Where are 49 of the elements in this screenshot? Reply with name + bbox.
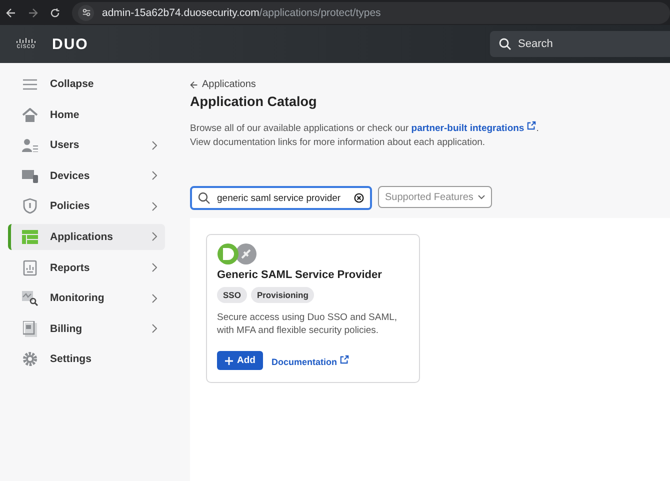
collapse-button[interactable]: Collapse: [8, 71, 165, 97]
intro-text: Browse all of our available applications or check our partner-built integrations . View documentation links for more information about each application.: [190, 121, 540, 150]
clear-icon[interactable]: [354, 193, 364, 203]
page-title: Application Catalog: [190, 94, 318, 109]
site-settings-icon[interactable]: [78, 4, 94, 20]
sidebar-item[interactable]: Settings: [8, 346, 165, 372]
feature-tag: SSO: [217, 287, 247, 303]
card-description: Secure access using Duo SSO and SAML, with MFA and flexible security policies.: [217, 311, 398, 337]
url-text: admin-15a62b74.duosecurity.com/applications/protect/types: [102, 6, 381, 18]
report-icon: [23, 260, 37, 276]
chevron-down-icon: [478, 194, 485, 200]
sidebar-item[interactable]: Billing: [8, 316, 165, 342]
user-icon: [22, 138, 38, 152]
document-icon: [23, 320, 37, 337]
forward-icon[interactable]: [28, 8, 38, 18]
sidebar-item[interactable]: Users: [8, 132, 165, 158]
partner-integrations-link[interactable]: partner-built integrations: [411, 123, 536, 134]
features-dropdown[interactable]: Supported Features: [378, 186, 492, 208]
search-field[interactable]: Search: [490, 31, 670, 57]
app-logo-icon: [217, 243, 257, 265]
external-link-icon: [527, 121, 536, 130]
feature-tag: Provisioning: [250, 287, 314, 303]
reload-icon[interactable]: [50, 8, 60, 18]
applications-icon: [22, 230, 38, 244]
shield-icon: [23, 198, 37, 214]
monitoring-icon: [22, 290, 38, 306]
sidebar-item[interactable]: Devices: [8, 162, 165, 189]
sidebar-item[interactable]: Reports: [8, 254, 165, 281]
card-title: Generic SAML Service Provider: [217, 269, 383, 281]
search-icon: [499, 38, 511, 50]
sidebar-item[interactable]: Home: [8, 102, 165, 128]
back-icon[interactable]: [6, 8, 16, 18]
search-icon: [198, 192, 210, 204]
sidebar-item[interactable]: Applications: [8, 224, 165, 250]
catalog-search-field[interactable]: generic saml service provider: [190, 186, 372, 210]
home-icon: [22, 108, 38, 122]
documentation-link[interactable]: Documentation: [271, 354, 349, 366]
add-button[interactable]: Add: [217, 351, 264, 370]
arrow-left-icon: [190, 80, 198, 88]
menu-icon: [23, 78, 37, 90]
external-link-icon: [340, 354, 349, 364]
plus-icon: [225, 356, 233, 364]
sidebar-item[interactable]: Monitoring: [8, 285, 165, 312]
sidebar-item[interactable]: Policies: [8, 193, 165, 220]
back-link[interactable]: Applications: [190, 79, 670, 90]
duo-logo: DUO: [52, 36, 88, 52]
devices-icon: [22, 168, 38, 183]
address-bar[interactable]: admin-15a62b74.duosecurity.com/applications/protect/types: [72, 2, 670, 24]
settings-icon: [22, 351, 38, 368]
